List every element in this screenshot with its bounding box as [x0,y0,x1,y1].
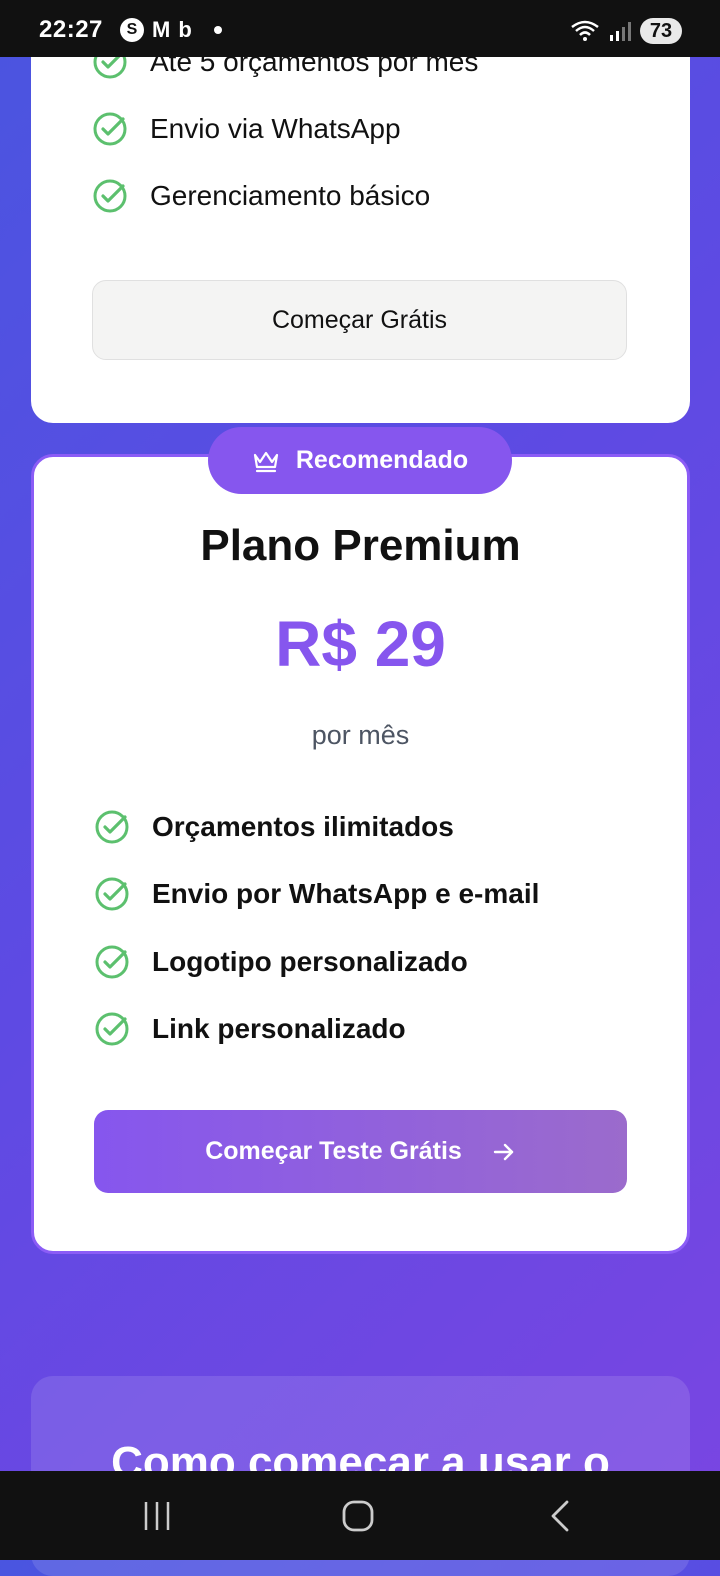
signal-icon [610,22,631,41]
premium-feature-item: Link personalizado [94,1011,406,1047]
free-feature-item: Gerenciamento básico [92,178,430,214]
battery-indicator: 73 [640,18,682,44]
recents-button[interactable] [127,1499,187,1533]
s-app-icon: S [120,18,144,42]
check-circle-icon [95,1012,129,1046]
back-icon [551,1500,569,1532]
premium-plan-card: Plano Premium R$ 29 por mês Orçamentos i… [31,454,690,1254]
premium-feature-label: Envio por WhatsApp e e-mail [152,878,540,909]
status-right: 73 [570,18,682,44]
notification-icons: S M b [120,18,222,42]
premium-feature-item: Logotipo personalizado [94,944,468,980]
notification-dot [213,26,222,34]
badge-label: Recomendado [295,446,469,474]
arrow-right-icon [493,1143,513,1160]
start-trial-label: Começar Teste Grátis [205,1137,462,1165]
plan-title: Plano Premium [200,521,521,570]
check-circle-icon [93,179,127,213]
start-trial-button[interactable]: Começar Teste Grátis [94,1110,627,1193]
home-button[interactable] [328,1499,388,1533]
free-feature-label: Gerenciamento básico [150,180,431,211]
navigation-bar [0,1471,720,1560]
check-circle-icon [95,877,129,911]
premium-feature-label: Link personalizado [152,1013,406,1044]
premium-feature-item: Envio por WhatsApp e e-mail [94,876,539,912]
premium-feature-label: Orçamentos ilimitados [152,811,454,842]
recents-icon [144,1502,170,1530]
check-circle-icon [93,112,127,146]
bing-icon: b [178,17,192,42]
plan-price: R$ 29 [275,608,446,680]
gmail-icon: M [152,17,171,42]
check-circle-icon [95,810,129,844]
free-plan-card: Até 5 orçamentos por mês Envio via Whats… [31,0,690,423]
recommended-badge: Recomendado [208,427,512,494]
status-time: 22:27 [39,16,103,43]
wifi-icon [571,20,599,41]
plan-period: por mês [311,720,410,750]
free-feature-label: Envio via WhatsApp [150,113,401,144]
back-button[interactable] [530,1499,590,1533]
status-bar: 22:27 S M b 73 [0,0,720,57]
free-feature-item: Envio via WhatsApp [92,111,401,147]
start-free-button[interactable]: Começar Grátis [92,280,627,360]
premium-feature-label: Logotipo personalizado [152,946,468,977]
home-icon [342,1500,374,1532]
check-circle-icon [95,945,129,979]
crown-icon [253,451,278,472]
premium-feature-item: Orçamentos ilimitados [94,809,454,845]
